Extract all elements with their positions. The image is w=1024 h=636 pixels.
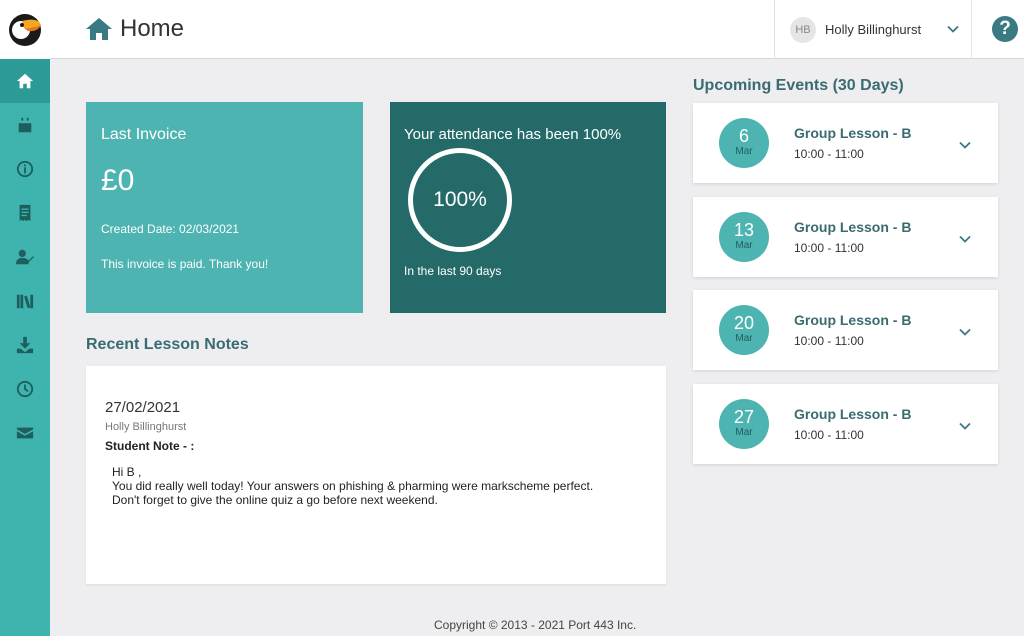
last-invoice-card[interactable]: Last Invoice £0 Created Date: 02/03/2021… (86, 102, 363, 313)
event-time: 10:00 - 11:00 (794, 241, 864, 255)
library-icon (16, 294, 34, 309)
lesson-note-date: 27/02/2021 (105, 399, 181, 416)
user-check-icon (16, 249, 34, 265)
lesson-note-line: You did really well today! Your answers … (112, 479, 594, 493)
event-day: 13 (733, 220, 755, 240)
download-icon (16, 336, 34, 354)
event-time: 10:00 - 11:00 (794, 428, 864, 442)
event-day: 6 (738, 126, 749, 146)
event-day: 27 (733, 407, 755, 427)
calendar-icon (18, 117, 32, 133)
event-card[interactable]: 6 Mar Group Lesson - B 10:00 - 11:00 (693, 103, 998, 183)
avatar: HB (790, 16, 816, 43)
recent-lesson-notes-heading: Recent Lesson Notes (86, 336, 249, 353)
event-month: Mar (735, 240, 753, 251)
lesson-note-author: Holly Billinghurst (105, 421, 187, 433)
event-day: 20 (733, 313, 755, 333)
event-name: Group Lesson - B (794, 406, 912, 422)
invoice-status: This invoice is paid. Thank you! (101, 257, 269, 271)
attendance-percent: 100% (433, 188, 487, 211)
event-month: Mar (735, 333, 753, 344)
attendance-ring: 100% (408, 148, 512, 252)
chevron-down-icon[interactable] (959, 233, 971, 245)
sidebar-item-downloads[interactable] (0, 323, 50, 367)
home-icon (16, 73, 34, 89)
event-date-badge: 27 Mar (719, 399, 769, 449)
event-card[interactable]: 27 Mar Group Lesson - B 10:00 - 11:00 (693, 384, 998, 464)
sidebar-item-messages[interactable] (0, 411, 50, 455)
sidebar-item-home[interactable] (0, 59, 50, 103)
page-title-text: Home (120, 15, 185, 42)
event-date-badge: 13 Mar (719, 212, 769, 262)
event-name: Group Lesson - B (794, 219, 912, 235)
lesson-note-body: Hi B , You did really well today! Your a… (112, 465, 593, 507)
sidebar-item-history[interactable] (0, 367, 50, 411)
event-month: Mar (735, 146, 753, 157)
info-icon (16, 160, 34, 178)
event-card[interactable]: 20 Mar Group Lesson - B 10:00 - 11:00 (693, 290, 998, 370)
event-name: Group Lesson - B (794, 312, 912, 328)
event-date-badge: 6 Mar (719, 118, 769, 168)
toucan-logo-icon (9, 13, 41, 46)
attendance-subtitle: In the last 90 days (404, 264, 502, 278)
sidebar (0, 0, 50, 636)
sidebar-item-calendar[interactable] (0, 103, 50, 147)
user-menu[interactable]: HB Holly Billinghurst (774, 0, 972, 59)
attendance-card[interactable]: Your attendance has been 100% 100% In th… (390, 102, 666, 313)
chevron-down-icon[interactable] (959, 139, 971, 151)
home-icon (86, 18, 112, 40)
receipt-icon (19, 204, 31, 222)
sidebar-item-attendance[interactable] (0, 235, 50, 279)
event-time: 10:00 - 11:00 (794, 334, 864, 348)
lesson-note-line: Don't forget to give the online quiz a g… (112, 493, 438, 507)
event-time: 10:00 - 11:00 (794, 147, 864, 161)
chevron-down-icon[interactable] (959, 326, 971, 338)
attendance-title: Your attendance has been 100% (404, 126, 622, 143)
footer-copyright: Copyright © 2013 - 2021 Port 443 Inc. (434, 618, 637, 632)
event-month: Mar (735, 427, 753, 438)
event-date-badge: 20 Mar (719, 305, 769, 355)
help-icon[interactable]: ? (992, 16, 1018, 42)
user-name: Holly Billinghurst (825, 22, 922, 37)
clock-icon (16, 380, 34, 398)
event-name: Group Lesson - B (794, 125, 912, 141)
lesson-note-card: 27/02/2021 Holly Billinghurst Student No… (86, 366, 666, 584)
event-card[interactable]: 13 Mar Group Lesson - B 10:00 - 11:00 (693, 197, 998, 277)
sidebar-item-invoices[interactable] (0, 191, 50, 235)
sidebar-item-info[interactable] (0, 147, 50, 191)
lesson-note-label: Student Note - : (105, 439, 195, 453)
top-bar: Home HB Holly Billinghurst ? (50, 0, 1024, 59)
page-title: Home (86, 15, 184, 43)
app-logo[interactable] (0, 0, 50, 59)
invoice-created-date: Created Date: 02/03/2021 (101, 222, 240, 236)
chevron-down-icon[interactable] (959, 420, 971, 432)
invoice-amount: £0 (101, 164, 135, 197)
chevron-down-icon (947, 25, 959, 33)
invoice-card-title: Last Invoice (101, 126, 187, 143)
lesson-note-greeting: Hi B , (112, 465, 142, 479)
mail-icon (16, 427, 34, 439)
upcoming-events-heading: Upcoming Events (30 Days) (693, 77, 904, 94)
sidebar-item-resources[interactable] (0, 279, 50, 323)
